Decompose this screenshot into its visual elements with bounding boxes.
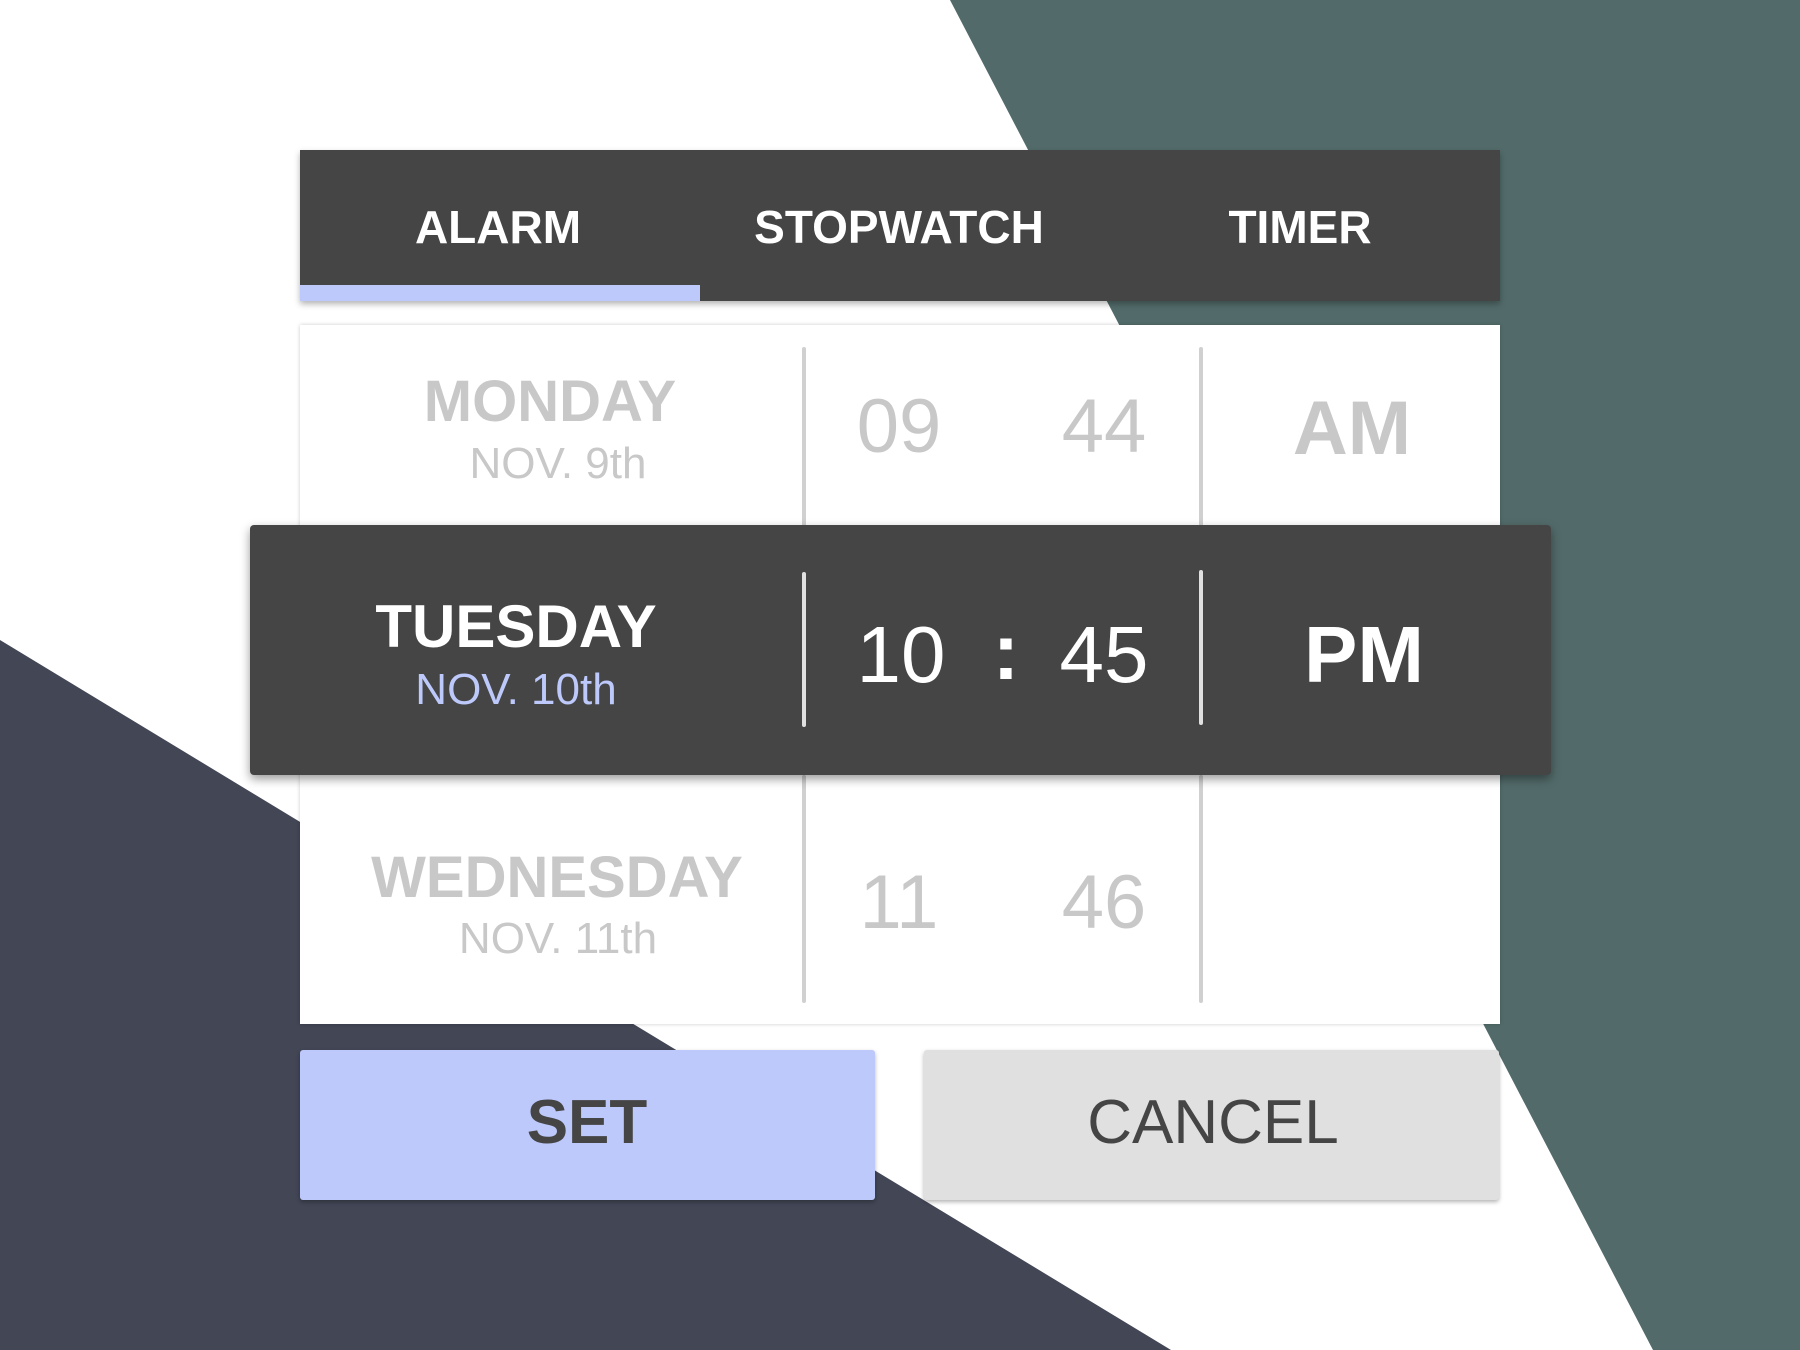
cancel-button-label: CANCEL	[1087, 1088, 1339, 1157]
selected-row: TUESDAY NOV. 10th 10 : 45 PM	[250, 525, 1551, 775]
selected-period[interactable]: PM	[1304, 615, 1424, 695]
cancel-button[interactable]: CANCEL	[924, 1050, 1499, 1200]
selected-minute[interactable]: 45	[1060, 615, 1149, 695]
selected-hour[interactable]: 10	[857, 615, 946, 695]
previous-date: NOV. 9th	[469, 439, 647, 488]
next-hour[interactable]: 11	[860, 865, 939, 941]
previous-hour[interactable]: 09	[857, 389, 942, 465]
column-divider	[1199, 775, 1203, 1003]
selected-day[interactable]: TUESDAY	[375, 597, 656, 657]
selected-date: NOV. 10th	[415, 665, 617, 714]
next-date: NOV. 11th	[458, 914, 658, 963]
set-button-label: SET	[526, 1088, 648, 1157]
tab-stopwatch[interactable]: STOPWATCH	[754, 204, 1044, 250]
tab-alarm[interactable]: ALARM	[415, 204, 581, 250]
next-day[interactable]: WEDNESDAY	[371, 849, 743, 907]
previous-day[interactable]: MONDAY	[424, 373, 676, 431]
previous-minute[interactable]: 44	[1062, 389, 1147, 465]
column-divider	[802, 572, 806, 727]
column-divider	[1199, 347, 1203, 527]
previous-period[interactable]: AM	[1293, 391, 1411, 467]
column-divider	[1199, 570, 1203, 725]
next-minute[interactable]: 46	[1062, 865, 1147, 941]
set-button[interactable]: SET	[300, 1050, 875, 1200]
column-divider	[802, 347, 806, 527]
tab-bar: ALARM STOPWATCH TIMER	[300, 150, 1500, 301]
tab-timer[interactable]: TIMER	[1228, 204, 1371, 250]
active-tab-indicator	[300, 285, 700, 301]
time-separator: :	[992, 607, 1020, 696]
column-divider	[802, 775, 806, 1003]
